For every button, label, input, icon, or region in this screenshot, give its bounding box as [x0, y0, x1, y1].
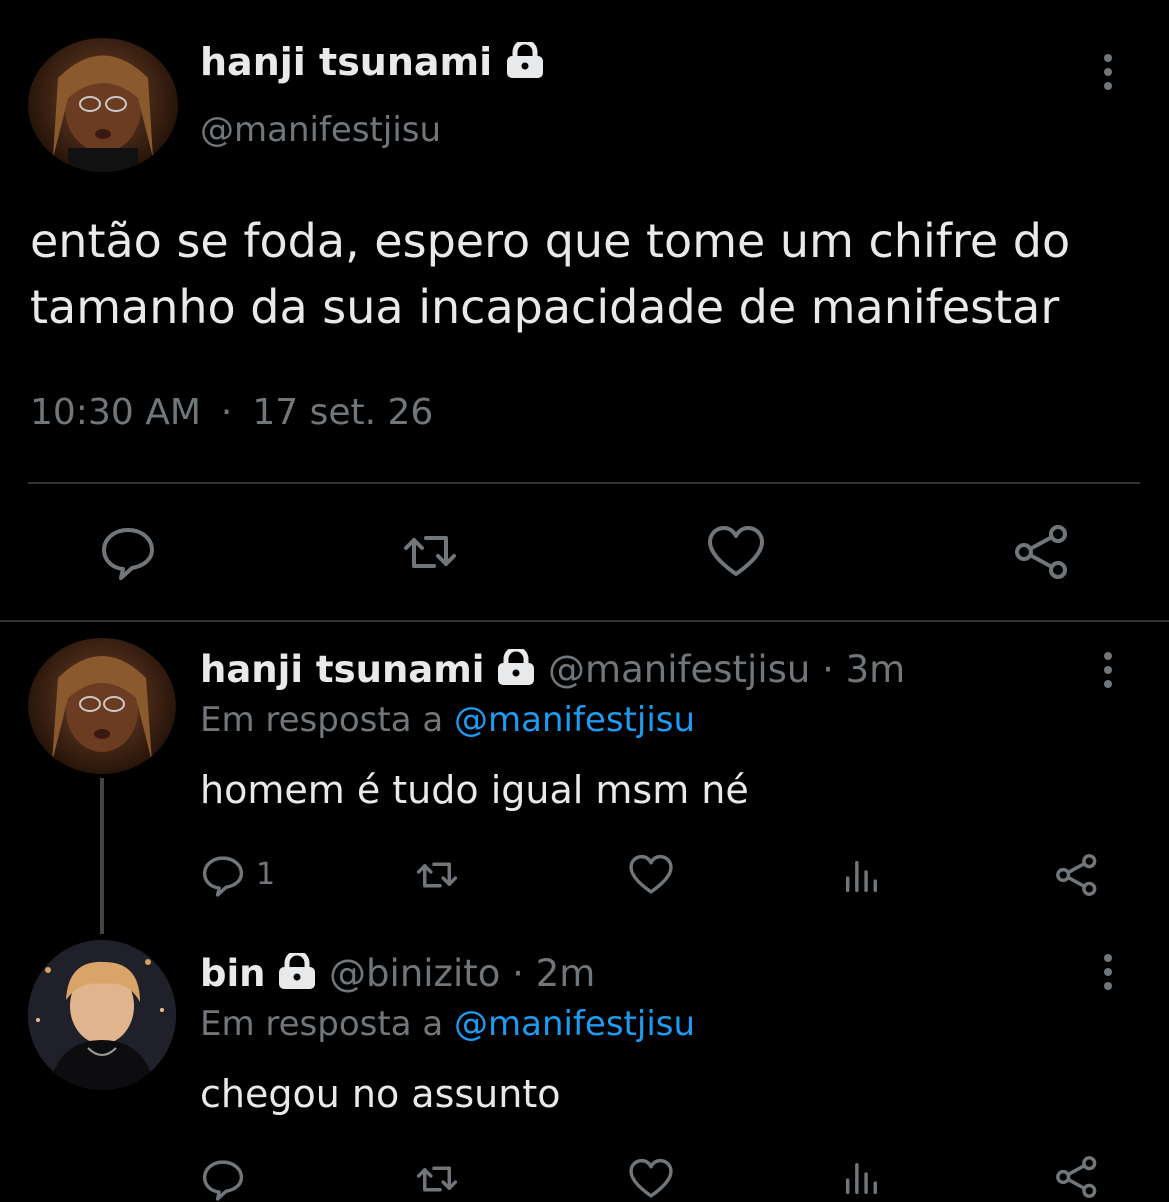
- share-icon[interactable]: [1012, 522, 1072, 582]
- tweet-date: 17 set. 26: [252, 392, 434, 433]
- reply-age: 3m: [845, 648, 906, 691]
- retweet-icon[interactable]: [414, 852, 460, 898]
- separator: ·: [512, 952, 524, 995]
- separator: ·: [220, 392, 233, 433]
- more-vertical-icon[interactable]: [1098, 650, 1118, 690]
- handle[interactable]: @binizito: [329, 952, 500, 995]
- heart-icon[interactable]: [706, 522, 766, 582]
- tweet-text-line: tamanho da sua incapacidade de manifesta…: [30, 280, 1060, 334]
- lock-icon: [505, 39, 545, 87]
- reply-icon[interactable]: [200, 1156, 246, 1202]
- handle[interactable]: @manifestjisu: [548, 648, 810, 691]
- handle[interactable]: @manifestjisu: [200, 110, 441, 150]
- more-vertical-icon[interactable]: [1098, 52, 1118, 92]
- display-name-text[interactable]: hanji tsunami: [200, 40, 492, 84]
- views-icon[interactable]: [840, 852, 886, 898]
- tweet-timestamp[interactable]: 10:30 AM · 17 set. 26: [30, 392, 433, 433]
- share-icon[interactable]: [1054, 1154, 1100, 1200]
- reply-text: homem é tudo igual msm né: [200, 768, 749, 812]
- thread-line: [100, 778, 104, 934]
- divider: [28, 482, 1140, 484]
- mention-link[interactable]: @manifestjisu: [454, 1004, 695, 1044]
- reply-prefix: Em resposta a: [200, 1004, 444, 1044]
- retweet-icon[interactable]: [414, 1156, 460, 1202]
- heart-icon[interactable]: [628, 1156, 674, 1202]
- reply-context: Em resposta a @manifestjisu: [200, 700, 695, 740]
- reply-context: Em resposta a @manifestjisu: [200, 1004, 695, 1044]
- divider: [0, 620, 1169, 622]
- reply-header[interactable]: bin @binizito · 2m: [200, 950, 596, 998]
- retweet-icon[interactable]: [400, 522, 460, 582]
- avatar[interactable]: [28, 638, 176, 774]
- display-name[interactable]: hanji tsunami: [200, 39, 545, 87]
- lock-icon: [496, 646, 536, 694]
- share-icon[interactable]: [1054, 852, 1100, 898]
- reply-count: 1: [256, 857, 276, 892]
- tweet-time: 10:30 AM: [30, 392, 201, 433]
- reply-age: 2m: [535, 952, 596, 995]
- reply-prefix: Em resposta a: [200, 700, 444, 740]
- mention-link[interactable]: @manifestjisu: [454, 700, 695, 740]
- reply-icon[interactable]: [200, 852, 246, 898]
- avatar[interactable]: [28, 38, 178, 172]
- tweet-text-line: então se foda, espero que tome um chifre…: [30, 214, 1071, 268]
- more-vertical-icon[interactable]: [1098, 952, 1118, 992]
- reply-icon[interactable]: [98, 522, 158, 582]
- views-icon[interactable]: [840, 1154, 886, 1200]
- display-name[interactable]: hanji tsunami: [200, 648, 485, 691]
- display-name[interactable]: bin: [200, 952, 266, 995]
- avatar[interactable]: [28, 940, 176, 1090]
- tweet-text: então se foda, espero que tome um chifre…: [30, 208, 1140, 340]
- separator: ·: [822, 648, 834, 691]
- heart-icon[interactable]: [628, 852, 674, 898]
- lock-icon: [277, 950, 317, 998]
- reply-header[interactable]: hanji tsunami @manifestjisu · 3m: [200, 646, 906, 694]
- reply-text: chegou no assunto: [200, 1072, 561, 1116]
